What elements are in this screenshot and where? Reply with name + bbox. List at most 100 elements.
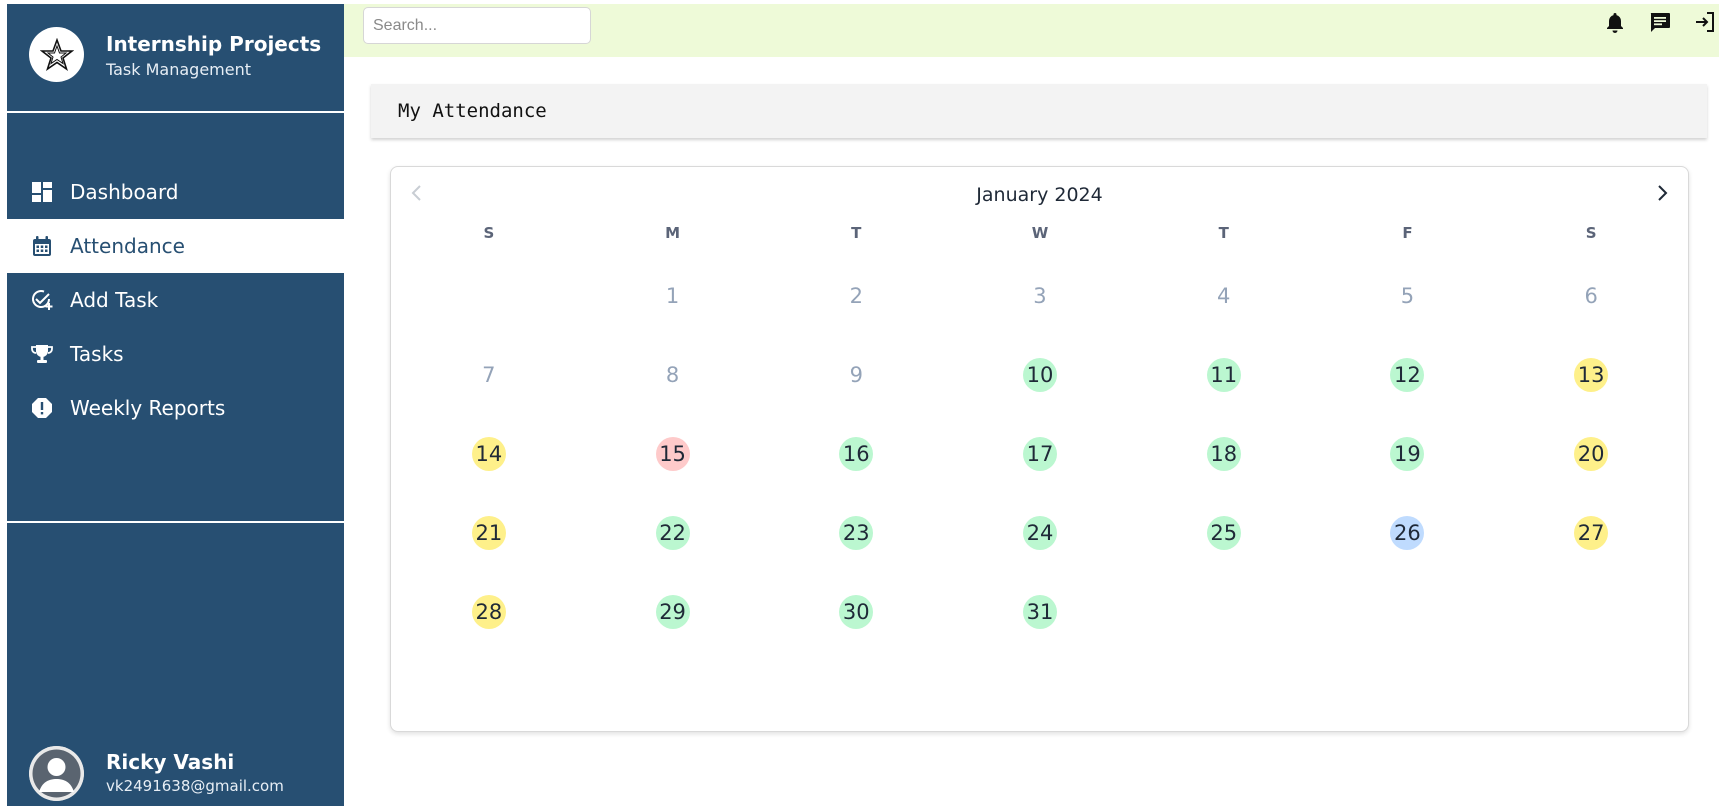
sidebar-item-weekly-reports[interactable]: Weekly Reports — [7, 381, 344, 435]
calendar-day[interactable]: 27 — [1499, 493, 1683, 572]
calendar-day-number: 31 — [1022, 594, 1057, 629]
calendar-day[interactable]: 8 — [581, 335, 765, 414]
calendar-day[interactable]: 9 — [764, 335, 948, 414]
calendar-day-number: 25 — [1206, 515, 1241, 550]
calendar-day-number: 20 — [1574, 436, 1609, 471]
calendar-blank-cell — [397, 256, 581, 335]
calendar-day-number: 21 — [471, 515, 506, 550]
calendar-day[interactable]: 22 — [581, 493, 765, 572]
add-task-icon — [30, 288, 54, 312]
topbar — [344, 4, 1719, 57]
calendar-day-number: 5 — [1400, 283, 1415, 308]
calendar-day[interactable]: 19 — [1316, 414, 1500, 493]
logout-icon[interactable] — [1693, 10, 1717, 34]
brand-header: Internship Projects Task Management — [7, 4, 344, 113]
calendar-day[interactable]: 3 — [948, 256, 1132, 335]
app-subtitle: Task Management — [106, 60, 252, 79]
sidebar: Internship Projects Task Management Dash… — [7, 4, 344, 806]
sidebar-item-tasks[interactable]: Tasks — [7, 327, 344, 381]
calendar-day-number: 14 — [471, 436, 506, 471]
calendar-day[interactable]: 2 — [764, 256, 948, 335]
calendar-day-number: 7 — [482, 362, 496, 387]
calendar-day-number: 15 — [655, 436, 690, 471]
sidebar-item-label: Add Task — [70, 288, 159, 312]
dashboard-icon — [30, 180, 54, 204]
attendance-calendar: January 2024 S M T W T F S 1 2 3 4 5 6 7 8 9 10 11… — [390, 166, 1689, 732]
calendar-grid: 1 2 3 4 5 6 7 8 9 10 11 12 13 14 15 16 17 18 19 20 21 22 23 24 2… — [397, 256, 1683, 651]
page-header: My Attendance — [371, 84, 1707, 138]
calendar-day[interactable]: 11 — [1132, 335, 1316, 414]
calendar-day[interactable]: 13 — [1499, 335, 1683, 414]
calendar-day[interactable]: 17 — [948, 414, 1132, 493]
calendar-day-number: 28 — [471, 594, 506, 629]
next-month-button[interactable] — [1650, 181, 1674, 205]
calendar-day-number: 18 — [1206, 436, 1241, 471]
calendar-day-number: 29 — [655, 594, 690, 629]
calendar-day-number: 9 — [849, 362, 863, 387]
calendar-day[interactable]: 24 — [948, 493, 1132, 572]
calendar-month-label: January 2024 — [976, 184, 1103, 206]
weekday-header: S M T W T F S — [397, 224, 1683, 242]
search-input[interactable] — [363, 7, 591, 44]
report-icon — [30, 396, 54, 420]
calendar-day-number: 4 — [1217, 283, 1231, 308]
sidebar-item-attendance[interactable]: Attendance — [7, 219, 344, 273]
calendar-day[interactable]: 28 — [397, 572, 581, 651]
sidebar-divider — [7, 521, 344, 523]
calendar-day[interactable]: 31 — [948, 572, 1132, 651]
trophy-icon — [30, 342, 54, 366]
message-icon[interactable] — [1648, 10, 1672, 34]
page-title: My Attendance — [398, 100, 547, 122]
weekday-label: S — [483, 224, 495, 242]
calendar-day-number: 19 — [1390, 436, 1425, 471]
user-name: Ricky Vashi — [106, 750, 235, 774]
weekday-label: W — [1031, 224, 1049, 242]
calendar-day-number: 1 — [665, 283, 680, 308]
calendar-icon — [30, 234, 54, 258]
calendar-day-number: 17 — [1022, 436, 1057, 471]
calendar-day-number: 13 — [1574, 357, 1609, 392]
calendar-day-number: 3 — [1033, 283, 1047, 308]
calendar-day[interactable]: 25 — [1132, 493, 1316, 572]
calendar-day[interactable]: 7 — [397, 335, 581, 414]
calendar-day[interactable]: 5 — [1316, 256, 1500, 335]
calendar-day-number: 8 — [665, 362, 680, 387]
sidebar-item-label: Attendance — [70, 234, 185, 258]
weekday-label: S — [1585, 224, 1597, 242]
calendar-day[interactable]: 16 — [764, 414, 948, 493]
calendar-day[interactable]: 23 — [764, 493, 948, 572]
weekday-label: T — [1218, 224, 1229, 242]
bell-icon[interactable] — [1603, 10, 1627, 34]
user-profile[interactable]: Ricky Vashi vk2491638@gmail.com — [7, 744, 344, 810]
calendar-day[interactable]: 6 — [1499, 256, 1683, 335]
calendar-day[interactable]: 1 — [581, 256, 765, 335]
calendar-day-number: 23 — [839, 515, 874, 550]
calendar-day-number: 6 — [1584, 283, 1598, 308]
calendar-day-number: 22 — [655, 515, 690, 550]
sidebar-item-label: Weekly Reports — [70, 396, 226, 420]
weekday-label: T — [851, 224, 862, 242]
app-title: Internship Projects — [106, 32, 322, 56]
user-email: vk2491638@gmail.com — [106, 777, 284, 795]
sidebar-item-label: Tasks — [70, 342, 124, 366]
calendar-day-number: 2 — [849, 283, 863, 308]
avatar — [29, 746, 84, 801]
calendar-day[interactable]: 29 — [581, 572, 765, 651]
calendar-day[interactable]: 30 — [764, 572, 948, 651]
calendar-day[interactable]: 18 — [1132, 414, 1316, 493]
sidebar-item-add-task[interactable]: Add Task — [7, 273, 344, 327]
weekday-label: M — [665, 224, 681, 242]
calendar-day-number: 30 — [839, 594, 874, 629]
calendar-day[interactable]: 12 — [1316, 335, 1500, 414]
calendar-day[interactable]: 10 — [948, 335, 1132, 414]
calendar-day[interactable]: 15 — [581, 414, 765, 493]
calendar-day[interactable]: 4 — [1132, 256, 1316, 335]
calendar-day-number: 16 — [839, 436, 874, 471]
calendar-day[interactable]: 21 — [397, 493, 581, 572]
sidebar-item-dashboard[interactable]: Dashboard — [7, 165, 344, 219]
star-logo-icon — [29, 27, 84, 82]
calendar-day[interactable]: 26 — [1316, 493, 1500, 572]
calendar-day[interactable]: 14 — [397, 414, 581, 493]
calendar-day-number: 27 — [1574, 515, 1609, 550]
calendar-day[interactable]: 20 — [1499, 414, 1683, 493]
